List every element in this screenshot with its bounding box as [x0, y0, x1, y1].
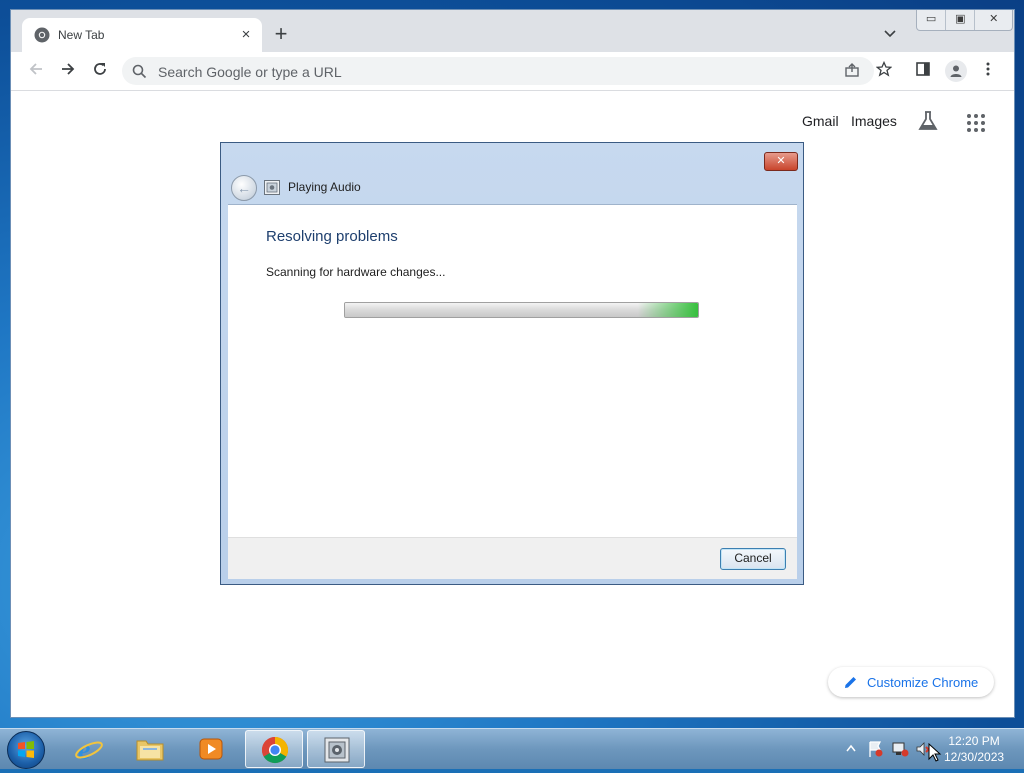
marquee-progress-bar	[344, 302, 699, 318]
tab-close-icon[interactable]: ×	[236, 25, 256, 45]
search-icon	[132, 64, 147, 79]
chrome-icon	[261, 736, 289, 764]
new-tab-button[interactable]: +	[269, 23, 293, 47]
back-arrow-icon	[29, 63, 42, 75]
troubleshooter-app-icon	[264, 180, 280, 195]
tab-new-tab[interactable]: New Tab ×	[22, 18, 262, 52]
kebab-menu-icon[interactable]	[978, 61, 998, 81]
action-center-flag-icon[interactable]	[867, 740, 883, 758]
taskbar-media-player[interactable]	[182, 730, 240, 768]
images-link[interactable]: Images	[851, 113, 897, 129]
close-window-button[interactable]: ✕	[975, 10, 1012, 30]
dialog-body: Resolving problems Scanning for hardware…	[228, 204, 797, 538]
dialog-title: Playing Audio	[288, 180, 361, 194]
dialog-close-button[interactable]: ✕	[764, 152, 798, 171]
dialog-status-text: Scanning for hardware changes...	[266, 265, 446, 279]
taskbar: e 12:20 PM 12/30/2023	[0, 728, 1024, 769]
network-icon[interactable]	[891, 740, 909, 758]
pencil-icon	[845, 677, 856, 688]
chrome-favicon-icon	[34, 27, 50, 43]
troubleshooter-icon	[324, 737, 350, 763]
taskbar-troubleshooter[interactable]	[307, 730, 365, 768]
back-button[interactable]	[25, 60, 47, 82]
dialog-footer: Cancel	[228, 537, 797, 579]
browser-toolbar	[11, 52, 1014, 91]
omnibox-input[interactable]	[156, 61, 760, 83]
reload-button[interactable]	[89, 60, 111, 82]
tab-title: New Tab	[58, 28, 105, 42]
bookmark-star-icon[interactable]	[874, 60, 894, 81]
media-player-icon	[199, 738, 223, 760]
minimize-button[interactable]: ▭	[917, 10, 947, 30]
cancel-button[interactable]: Cancel	[720, 548, 786, 570]
labs-flask-icon[interactable]	[917, 110, 939, 137]
taskbar-file-explorer[interactable]	[121, 730, 179, 768]
show-hidden-icons-icon[interactable]	[846, 744, 856, 752]
omnibox[interactable]	[122, 57, 874, 85]
gmail-link[interactable]: Gmail	[802, 113, 839, 129]
forward-button[interactable]	[57, 60, 79, 82]
customize-chrome-button[interactable]: Customize Chrome	[828, 667, 994, 697]
mouse-cursor-icon	[928, 743, 942, 762]
tab-strip: New Tab × + ▭ ▣ ✕	[11, 10, 1014, 52]
start-button[interactable]	[7, 731, 45, 769]
customize-chrome-label: Customize Chrome	[867, 675, 979, 690]
dialog-heading: Resolving problems	[266, 228, 398, 245]
internet-explorer-icon: e	[75, 735, 103, 763]
side-panel-icon[interactable]	[913, 61, 933, 81]
troubleshooter-dialog: ✕ ← Playing Audio Resolving problems Sca…	[220, 142, 804, 585]
taskbar-internet-explorer[interactable]: e	[60, 730, 118, 768]
progress-marquee-glow	[638, 303, 698, 317]
taskbar-clock[interactable]: 12:20 PM 12/30/2023	[944, 733, 1004, 765]
folder-icon	[136, 740, 164, 761]
apps-grid-icon[interactable]	[966, 113, 986, 138]
maximize-button[interactable]: ▣	[946, 10, 976, 30]
reload-icon	[94, 63, 106, 75]
tab-search-chevron-icon[interactable]	[883, 26, 903, 46]
share-icon[interactable]	[843, 62, 861, 80]
windows-logo-icon	[18, 741, 34, 758]
window-controls: ▭ ▣ ✕	[916, 10, 1013, 31]
profile-avatar-icon[interactable]	[945, 60, 967, 82]
clock-time: 12:20 PM	[948, 734, 1000, 748]
dialog-back-arrow-icon[interactable]: ←	[231, 175, 257, 201]
forward-arrow-icon	[62, 63, 75, 75]
clock-date: 12/30/2023	[944, 750, 1005, 764]
taskbar-chrome[interactable]	[245, 730, 303, 768]
